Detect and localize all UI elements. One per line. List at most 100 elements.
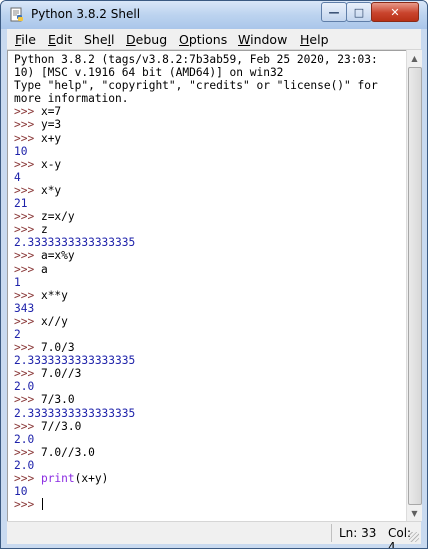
close-icon: ✕ <box>390 5 400 19</box>
minimize-icon: — <box>328 5 340 19</box>
output-line: 343 <box>14 302 406 315</box>
input-line: >>> 7.0/3 <box>14 341 406 354</box>
close-button[interactable]: ✕ <box>371 2 419 22</box>
text-cursor <box>41 498 44 511</box>
output-line: 2.0 <box>14 380 406 393</box>
output-text: 2.0 <box>14 432 35 446</box>
code-text: (x+y) <box>74 472 109 485</box>
input-line: >>> x**y <box>14 289 406 302</box>
status-separator <box>331 524 332 542</box>
menu-debug-mnemonic: D <box>126 32 136 47</box>
code-text: x+y <box>40 131 62 145</box>
input-line: >>> print(x+y) <box>14 472 406 485</box>
code-text: a=x%y <box>40 249 75 263</box>
shell-text-area[interactable]: Python 3.8.2 (tags/v3.8.2:7b3ab59, Feb 2… <box>7 50 408 522</box>
scroll-up-icon[interactable]: ▲ <box>407 50 422 66</box>
minimize-button[interactable]: — <box>321 2 347 22</box>
code-text: 7.0/3 <box>40 341 75 355</box>
output-text: 2.0 <box>14 380 35 394</box>
code-text: a <box>40 262 48 276</box>
code-text: z=x/y <box>40 210 75 224</box>
menu-window-mnemonic: W <box>238 32 251 47</box>
input-line: >>> x-y <box>14 158 406 171</box>
prompt-marker: >>> <box>14 419 41 433</box>
output-text: 2.3333333333333335 <box>14 354 136 368</box>
menu-shell[interactable]: Shell <box>84 32 115 47</box>
builtin-keyword: print <box>40 472 75 485</box>
input-line: >>> 7/3.0 <box>14 393 406 406</box>
banner-line: 10) [MSC v.1916 64 bit (AMD64)] on win32 <box>14 66 284 80</box>
input-line: >>> 7//3.0 <box>14 420 406 433</box>
window-title: Python 3.8.2 Shell <box>31 7 141 21</box>
output-text: 2.3333333333333335 <box>14 406 136 420</box>
menu-shell-label-start: She <box>84 32 108 47</box>
code-text: x=7 <box>40 105 62 119</box>
output-text: 2.3333333333333335 <box>14 236 136 250</box>
input-line: >>> 7.0//3.0 <box>14 446 406 459</box>
menu-edit[interactable]: Edit <box>48 32 72 47</box>
maximize-button[interactable]: □ <box>346 2 372 22</box>
code-text: 7.0//3 <box>40 367 82 381</box>
menu-edit-label: dit <box>55 32 73 47</box>
input-line: >>> y=3 <box>14 118 406 131</box>
output-line: 2 <box>14 328 406 341</box>
menu-options[interactable]: Options <box>179 32 227 47</box>
output-line: 4 <box>14 171 406 184</box>
output-line: 2.0 <box>14 459 406 472</box>
menu-file[interactable]: File <box>15 32 36 47</box>
output-line: 2.0 <box>14 433 406 446</box>
banner-line: Type "help", "copyright", "credits" or "… <box>14 79 378 93</box>
output-line: 2.3333333333333335 <box>14 354 406 367</box>
code-text: z <box>40 223 48 237</box>
vertical-scrollbar[interactable]: ▲ ▼ <box>406 50 422 521</box>
output-text: 10 <box>14 144 28 158</box>
input-line: >>> x*y <box>14 184 406 197</box>
menu-debug-label: ebug <box>135 32 168 47</box>
menu-help[interactable]: Help <box>300 32 329 47</box>
scroll-down-icon[interactable]: ▼ <box>407 505 422 521</box>
menu-shell-label-end: l <box>111 32 115 47</box>
output-line: 21 <box>14 197 406 210</box>
prompt-marker: >>> <box>14 157 41 171</box>
scroll-thumb[interactable] <box>408 67 422 505</box>
output-line: 2.3333333333333335 <box>14 236 406 249</box>
status-bar: Ln: 33 Col: 4 <box>7 521 421 548</box>
menu-window-label: indow <box>250 32 288 47</box>
idle-shell-window: Python 3.8.2 Shell — □ ✕ File Edit Shell… <box>0 0 428 549</box>
menu-window[interactable]: Window <box>238 32 287 47</box>
code-text: x*y <box>40 183 62 197</box>
output-text: 343 <box>14 301 35 315</box>
prompt-marker: >>> <box>14 118 41 132</box>
input-line: >>> <box>14 498 406 511</box>
prompt-marker: >>> <box>14 393 41 407</box>
output-text: 4 <box>14 170 21 184</box>
resize-grip-icon[interactable] <box>409 532 419 542</box>
output-text: 2.0 <box>14 458 35 472</box>
output-line: 1 <box>14 276 406 289</box>
menu-help-label: elp <box>309 32 329 47</box>
output-text: 2 <box>14 327 21 341</box>
title-bar[interactable]: Python 3.8.2 Shell — □ ✕ <box>1 1 427 29</box>
output-text: 21 <box>14 197 28 211</box>
prompt-marker: >>> <box>14 249 41 263</box>
menu-options-mnemonic: O <box>179 32 189 47</box>
line-number: Ln: 33 <box>339 526 377 540</box>
menu-help-mnemonic: H <box>300 32 310 47</box>
prompt-marker: >>> <box>14 445 41 459</box>
prompt-marker: >>> <box>14 105 41 119</box>
output-line: 2.3333333333333335 <box>14 407 406 420</box>
shell-transcript: Python 3.8.2 (tags/v3.8.2:7b3ab59, Feb 2… <box>14 53 406 511</box>
menu-options-label: ptions <box>188 32 228 47</box>
prompt-marker: >>> <box>14 367 41 381</box>
prompt-marker: >>> <box>14 210 41 224</box>
menu-debug[interactable]: Debug <box>126 32 167 47</box>
output-line: 10 <box>14 145 406 158</box>
python-icon <box>10 7 23 22</box>
input-line: >>> x=7 <box>14 105 406 118</box>
input-line: >>> x//y <box>14 315 406 328</box>
prompt-marker: >>> <box>14 498 41 512</box>
output-text: 10 <box>14 485 28 499</box>
prompt-marker: >>> <box>14 262 41 276</box>
banner-line: more information. <box>14 92 129 106</box>
prompt-marker: >>> <box>14 183 41 197</box>
